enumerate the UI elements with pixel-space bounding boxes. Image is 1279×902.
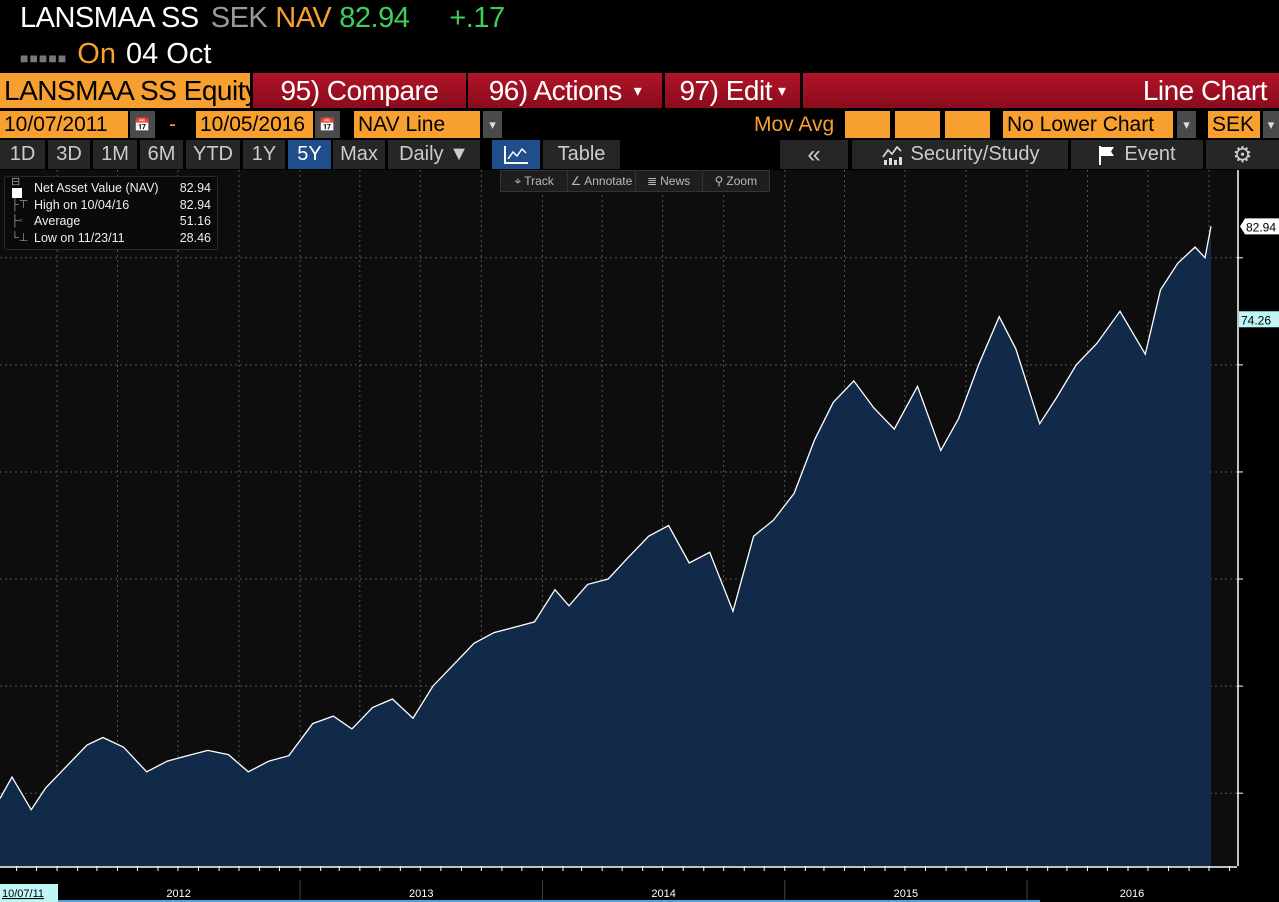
date-dash: - xyxy=(169,112,176,136)
chart-toolbar: ⌖ Track ∠ Annotate ≣ News ⚲ Zoom xyxy=(500,170,770,192)
series-select[interactable]: NAV Line xyxy=(354,111,480,138)
x-tick-label: 2015 xyxy=(894,888,918,900)
security-field[interactable]: LANSMAA SS Equity xyxy=(0,73,259,108)
quote-date: ■■■■■ On 04 Oct xyxy=(20,38,211,71)
news-icon: ≣ xyxy=(647,174,658,188)
line-chart-view-button[interactable] xyxy=(492,140,540,169)
dropdown-arrow-icon[interactable]: ▾ xyxy=(1263,111,1279,138)
news-label: News xyxy=(660,174,691,188)
legend-row-high: ├⊤ High on 10/04/16 82.94 xyxy=(11,197,211,214)
flag-icon xyxy=(1099,145,1115,165)
range-ytd-button[interactable]: YTD xyxy=(186,140,240,169)
pencil-icon: ∠ xyxy=(570,174,582,188)
crosshair-icon: ⌖ xyxy=(514,173,522,188)
ticker: LANSMAA SS xyxy=(20,2,199,34)
legend-value: 28.46 xyxy=(179,230,211,245)
start-date-label: 10/07/11 xyxy=(2,888,44,900)
range-6m-button[interactable]: 6M xyxy=(140,140,183,169)
x-tick-label: 2016 xyxy=(1120,888,1144,900)
range-1m-button[interactable]: 1M xyxy=(93,140,137,169)
dropdown-arrow-icon[interactable]: ▾ xyxy=(483,111,502,138)
currency: SEK xyxy=(210,2,268,34)
range-3d-button[interactable]: 3D xyxy=(48,140,90,169)
legend-label: High on 10/04/16 xyxy=(34,197,130,212)
actions-label: 96) Actions xyxy=(488,74,623,106)
mov-avg-label: Mov Avg xyxy=(754,112,835,136)
quote-date-value: 04 Oct xyxy=(125,38,212,70)
nav-line-chart[interactable]: 30405060708082.9474.2610/07/112012201320… xyxy=(0,170,1279,902)
price: 82.94 xyxy=(339,2,410,34)
track-tool[interactable]: ⌖ Track xyxy=(501,171,569,191)
frequency-select[interactable]: Daily ▼ xyxy=(388,140,480,169)
security-study-button[interactable]: Security/Study xyxy=(852,140,1068,169)
high-marker-icon: ├⊤ xyxy=(11,199,29,212)
mov-avg-input-2[interactable] xyxy=(895,111,940,138)
on-label: On xyxy=(77,38,116,70)
table-view-button[interactable]: Table xyxy=(543,140,620,169)
quote-header: LANSMAA SS SEK NAV 82.94 +.17 xyxy=(20,2,505,35)
mov-avg-input-3[interactable] xyxy=(945,111,990,138)
legend-label: Net Asset Value (NAV) xyxy=(34,181,159,196)
magnifier-icon: ⚲ xyxy=(714,174,724,188)
actions-menu[interactable]: 96) Actions ▾ xyxy=(468,73,662,108)
event-button[interactable]: Event xyxy=(1071,140,1203,169)
caret-down-icon: ▾ xyxy=(633,82,642,100)
legend-value: 51.16 xyxy=(179,214,211,229)
mov-avg-input-1[interactable] xyxy=(845,111,890,138)
last-value-label: 82.94 xyxy=(1246,220,1276,234)
collapse-button[interactable]: « xyxy=(780,140,848,169)
zoom-tool[interactable]: ⚲ Zoom xyxy=(703,171,769,191)
calendar-icon[interactable]: 📅 xyxy=(130,111,155,138)
field-label: NAV xyxy=(275,2,332,34)
edit-label: 97) Edit xyxy=(679,74,772,106)
legend-value: 82.94 xyxy=(179,181,211,196)
currency-select[interactable]: SEK xyxy=(1208,111,1260,138)
low-marker-icon: └⊥ xyxy=(11,232,29,245)
range-max-button[interactable]: Max xyxy=(333,140,385,169)
chart-type-title: Line Chart xyxy=(803,73,1279,108)
average-marker-icon: ├◦ xyxy=(11,215,23,228)
caret-down-icon: ▾ xyxy=(777,82,786,100)
lower-chart-select[interactable]: No Lower Chart xyxy=(1003,111,1173,138)
x-tick-label: 2014 xyxy=(651,888,675,900)
price-change: +.17 xyxy=(449,2,505,34)
calendar-icon[interactable]: 📅 xyxy=(315,111,340,138)
x-tick-label: 2013 xyxy=(409,888,433,900)
legend-value: 82.94 xyxy=(179,197,211,212)
zoom-label: Zoom xyxy=(726,174,758,188)
news-tool[interactable]: ≣ News xyxy=(636,171,703,191)
end-date-input[interactable]: 10/05/2016 xyxy=(196,111,313,138)
track-label: Track xyxy=(524,174,554,188)
x-tick-label: 2012 xyxy=(166,888,190,900)
status-dots: ■■■■■ xyxy=(20,50,68,66)
reference-value-label: 74.26 xyxy=(1241,313,1271,327)
legend-label: Low on 11/23/11 xyxy=(34,230,125,245)
line-chart-icon xyxy=(504,145,528,164)
settings-gear-icon[interactable]: ⚙ xyxy=(1206,140,1279,169)
range-5y-button[interactable]: 5Y xyxy=(288,140,331,169)
compare-button[interactable]: 95) Compare xyxy=(253,73,466,108)
range-1d-button[interactable]: 1D xyxy=(0,140,45,169)
y-axis-background xyxy=(1237,170,1279,866)
edit-menu[interactable]: 97) Edit ▾ xyxy=(665,73,800,108)
chart-legend: ⊟ Net Asset Value (NAV) 82.94 ├⊤ High on 10… xyxy=(4,176,218,250)
legend-row-nav[interactable]: ⊟ Net Asset Value (NAV) 82.94 xyxy=(11,176,211,199)
security-study-label: Security/Study xyxy=(910,143,1040,165)
legend-row-low: └⊥ Low on 11/23/11 28.46 xyxy=(11,230,211,247)
legend-row-average: ├◦ Average 51.16 xyxy=(11,213,211,230)
x-axis-background xyxy=(0,866,1279,902)
study-chart-icon xyxy=(881,145,902,165)
annotate-label: Annotate xyxy=(584,174,633,188)
start-date-input[interactable]: 10/07/2011 xyxy=(0,111,128,138)
annotate-tool[interactable]: ∠ Annotate xyxy=(568,171,636,191)
range-1y-button[interactable]: 1Y xyxy=(243,140,285,169)
dropdown-arrow-icon[interactable]: ▾ xyxy=(1177,111,1196,138)
legend-label: Average xyxy=(34,214,81,229)
event-label: Event xyxy=(1124,143,1176,165)
